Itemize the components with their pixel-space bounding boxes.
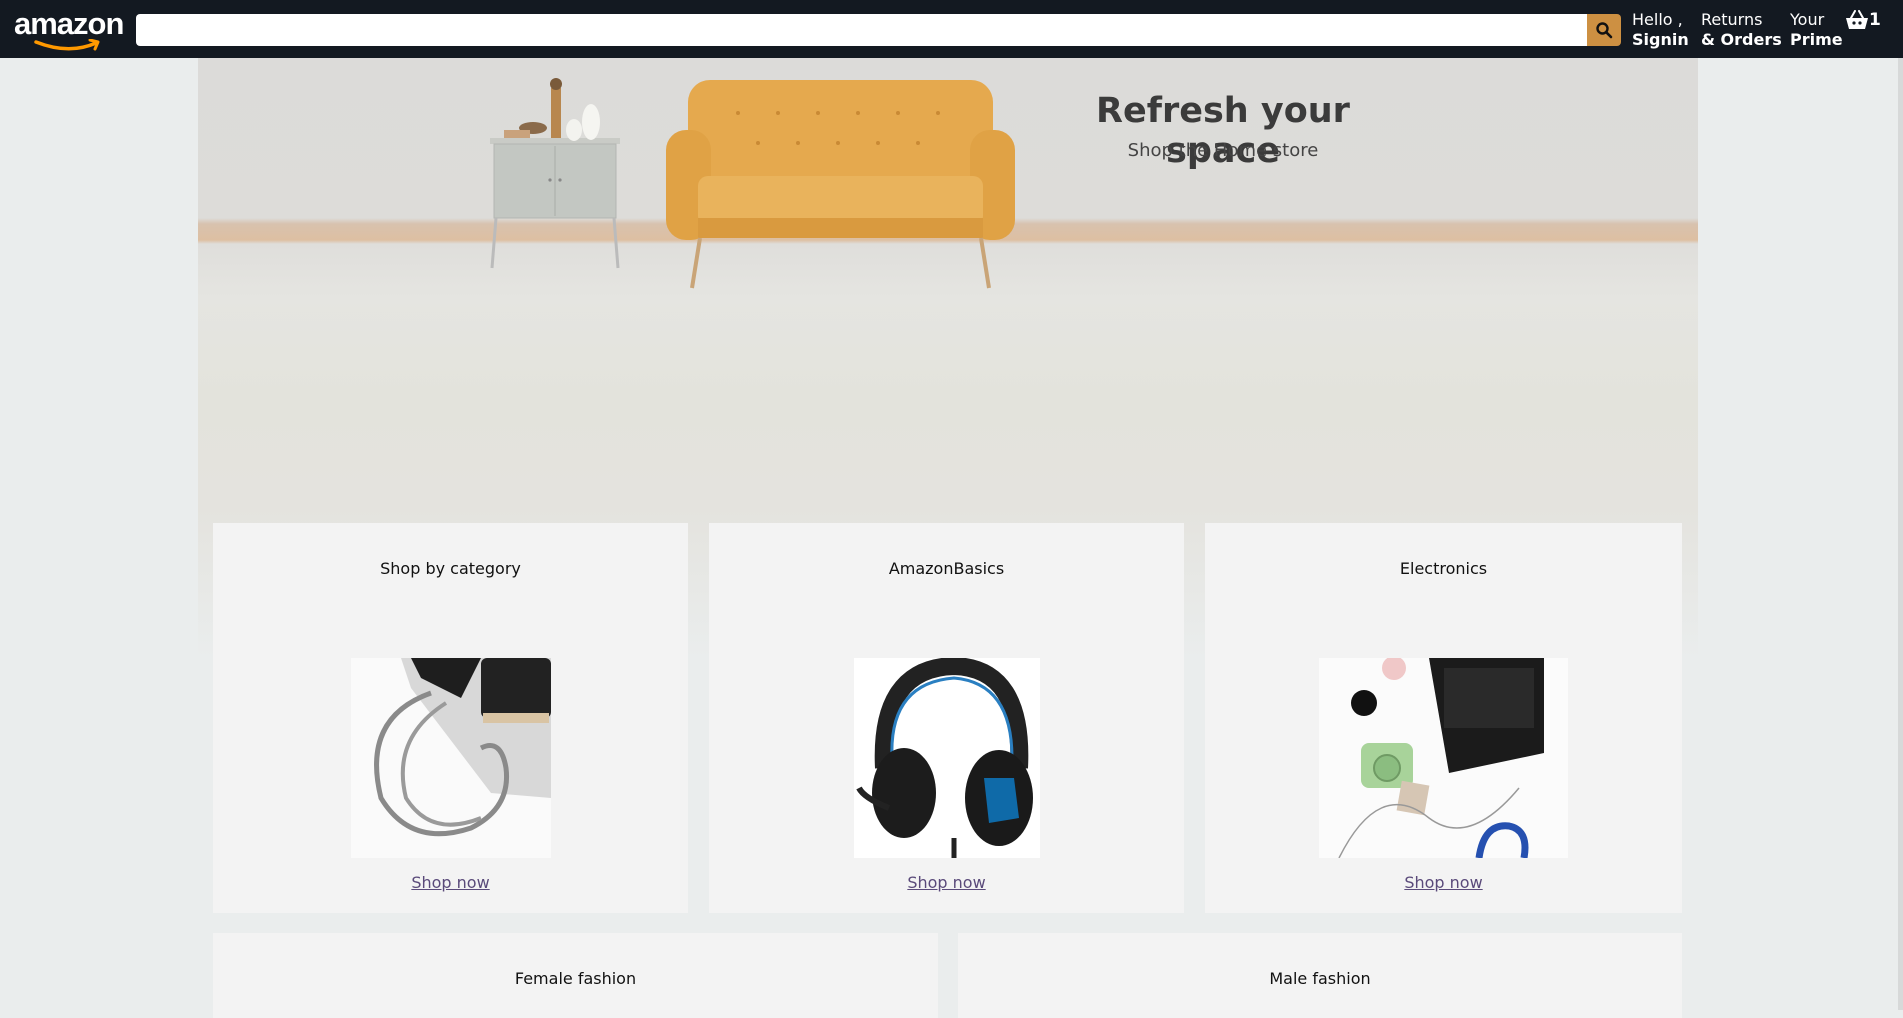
card-shop-now-link[interactable]: Shop now: [213, 873, 688, 892]
nav-returns-line2: & Orders: [1701, 30, 1782, 49]
search-icon: [1596, 22, 1613, 39]
card-female-fashion: Female fashion: [213, 933, 938, 1018]
card-electronics: Electronics Shop now: [1205, 523, 1682, 913]
nav-prime-line1: Your: [1790, 10, 1825, 29]
page-scrollbar[interactable]: [1898, 58, 1903, 1010]
basket-count: 1: [1869, 10, 1881, 30]
basket-button[interactable]: 1: [1845, 10, 1881, 30]
card-title: AmazonBasics: [888, 559, 1005, 578]
laptop-camera-flatlay-image[interactable]: [1319, 658, 1568, 858]
hero-subtitle: Shop the Home store: [1127, 140, 1319, 161]
headset-illustration: [854, 658, 1040, 858]
nav-prime-line2: Prime: [1790, 30, 1843, 49]
nav-signin[interactable]: Hello , Signin: [1632, 10, 1689, 50]
home-container: Refresh your space Shop the Home store S…: [198, 58, 1698, 1018]
card-title: Male fashion: [1269, 969, 1371, 988]
card-amazonbasics: AmazonBasics Shop now: [709, 523, 1184, 913]
card-shop-now-link[interactable]: Shop now: [709, 873, 1184, 892]
nav-signin-line1: Hello ,: [1632, 10, 1683, 29]
nav-signin-line2: Signin: [1632, 30, 1689, 49]
card-title: Shop by category: [380, 559, 521, 578]
logo-smile-icon: [34, 39, 100, 51]
gaming-headset-image[interactable]: [854, 658, 1040, 858]
card-title: Electronics: [1399, 559, 1488, 578]
search-button[interactable]: [1587, 14, 1621, 46]
electronics-illustration: [1319, 658, 1568, 858]
nav-returns-line1: Returns: [1701, 10, 1763, 29]
basket-icon: [1846, 10, 1868, 29]
usb-cable-phone-laptop-image[interactable]: [351, 658, 551, 858]
search-bar: [136, 14, 1621, 46]
card-male-fashion: Male fashion: [958, 933, 1682, 1018]
card-shop-by-category: Shop by category Shop now: [213, 523, 688, 913]
cable-illustration: [351, 658, 551, 858]
card-shop-now-link[interactable]: Shop now: [1205, 873, 1682, 892]
nav-returns-orders[interactable]: Returns & Orders: [1701, 10, 1782, 50]
card-title: Female fashion: [514, 969, 637, 988]
nav-prime[interactable]: Your Prime: [1790, 10, 1843, 50]
amazon-logo[interactable]: amazon: [14, 8, 124, 52]
logo-text: amazon: [14, 6, 124, 41]
home-furniture-illustration: [490, 78, 1015, 289]
top-nav-bar: amazon Hello , Signin Returns & Orders Y…: [0, 0, 1903, 58]
search-input[interactable]: [136, 14, 1587, 46]
